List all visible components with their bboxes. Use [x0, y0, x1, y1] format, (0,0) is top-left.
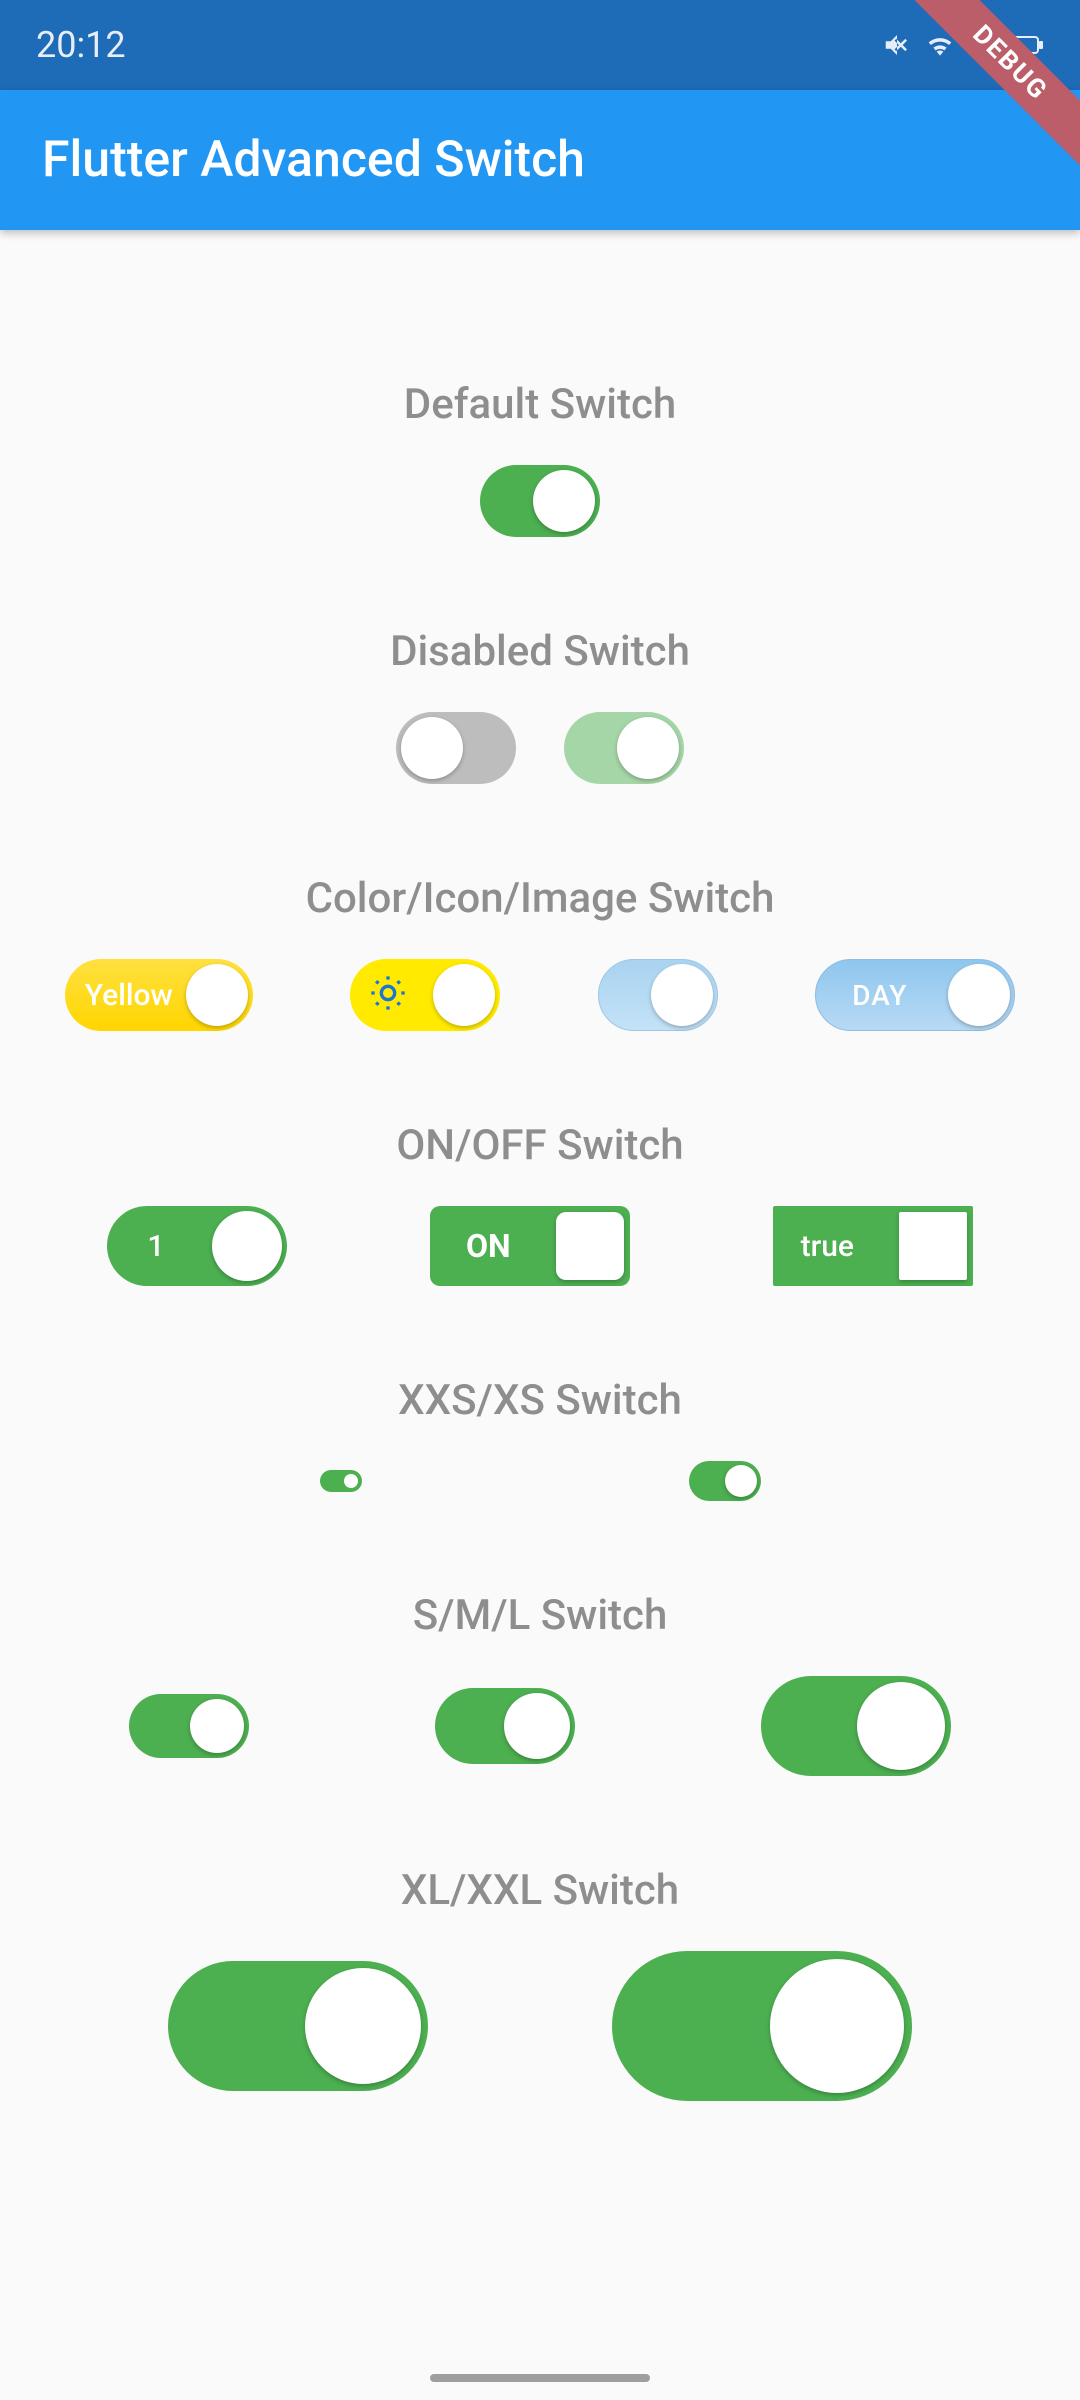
true-switch-label: true	[801, 1229, 854, 1264]
section-label-xl: XL/XXL Switch	[0, 1866, 1080, 1915]
xl-switch[interactable]	[168, 1961, 428, 2091]
numeric-switch[interactable]: 1	[107, 1206, 287, 1286]
status-bar: 20:12	[0, 0, 1080, 90]
signal-icon	[968, 30, 998, 60]
wifi-icon	[924, 29, 956, 61]
section-label-color: Color/Icon/Image Switch	[0, 874, 1080, 923]
yellow-icon-switch[interactable]	[350, 959, 500, 1031]
content: Default Switch Disabled Switch Color/Ico…	[0, 230, 1080, 2101]
on-switch-label: ON	[466, 1227, 511, 1265]
sun-icon	[368, 973, 408, 1017]
status-time: 20:12	[36, 24, 126, 66]
sky-day-switch[interactable]: DAY	[815, 959, 1015, 1031]
xxs-switch[interactable]	[320, 1470, 362, 1492]
on-square-switch[interactable]: ON	[430, 1206, 630, 1286]
section-label-disabled: Disabled Switch	[0, 627, 1080, 676]
true-sharp-switch[interactable]: true	[773, 1206, 973, 1286]
status-icons	[882, 29, 1044, 61]
home-indicator	[430, 2374, 650, 2382]
xxl-switch[interactable]	[612, 1951, 912, 2101]
l-switch[interactable]	[761, 1676, 951, 1776]
disabled-off-switch	[396, 712, 516, 784]
battery-icon	[1010, 35, 1044, 55]
day-switch-label: DAY	[852, 979, 907, 1012]
yellow-switch-label: Yellow	[85, 978, 173, 1013]
disabled-on-switch	[564, 712, 684, 784]
xs-switch[interactable]	[689, 1461, 761, 1501]
section-label-xxs: XXS/XS Switch	[0, 1376, 1080, 1425]
default-switch[interactable]	[480, 465, 600, 537]
mute-icon	[882, 30, 912, 60]
section-label-default: Default Switch	[0, 380, 1080, 429]
numeric-switch-label: 1	[147, 1229, 164, 1264]
m-switch[interactable]	[435, 1688, 575, 1764]
s-switch[interactable]	[129, 1694, 249, 1758]
section-label-onoff: ON/OFF Switch	[0, 1121, 1080, 1170]
yellow-text-switch[interactable]: Yellow	[65, 959, 253, 1031]
section-label-sml: S/M/L Switch	[0, 1591, 1080, 1640]
sky-small-switch[interactable]	[598, 959, 718, 1031]
app-bar-title: Flutter Advanced Switch	[42, 131, 585, 189]
app-bar: Flutter Advanced Switch	[0, 90, 1080, 230]
